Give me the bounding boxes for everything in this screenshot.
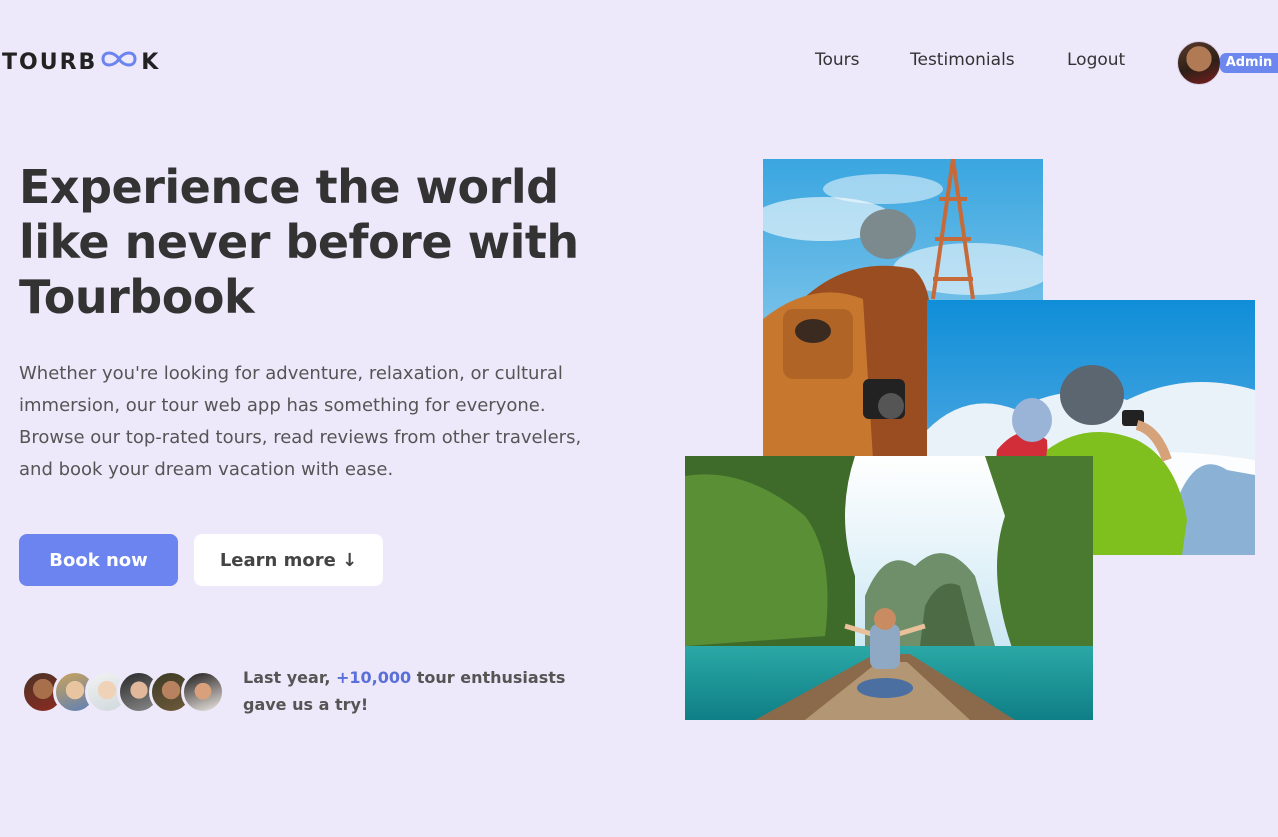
hero-headline: Experience the world like never before w…	[19, 160, 579, 324]
social-proof-text: Last year, +10,000 tour enthusiasts gave…	[243, 664, 583, 718]
infinity-logo-icon	[98, 48, 140, 76]
role-badge: Admin	[1220, 53, 1278, 73]
avatar[interactable]	[1177, 41, 1221, 85]
social-proof-count: +10,000	[336, 668, 412, 687]
nav-logout[interactable]: Logout	[1067, 50, 1125, 70]
customer-avatar	[181, 670, 225, 714]
book-now-button[interactable]: Book now	[19, 534, 178, 586]
brand-logo[interactable]: TOURB K	[2, 48, 160, 76]
tour-photo-boat-lagoon	[685, 456, 1093, 720]
learn-more-button[interactable]: Learn more ↓	[194, 534, 383, 586]
customer-avatars	[21, 670, 226, 714]
nav-testimonials[interactable]: Testimonials	[910, 50, 1015, 70]
brand-name-left: TOURB	[2, 49, 98, 75]
hero-description: Whether you're looking for adventure, re…	[19, 363, 582, 480]
nav-tours[interactable]: Tours	[815, 50, 860, 70]
social-proof-prefix: Last year,	[243, 668, 336, 687]
user-menu[interactable]: Admin	[1177, 41, 1278, 87]
brand-name-right: K	[141, 49, 161, 75]
